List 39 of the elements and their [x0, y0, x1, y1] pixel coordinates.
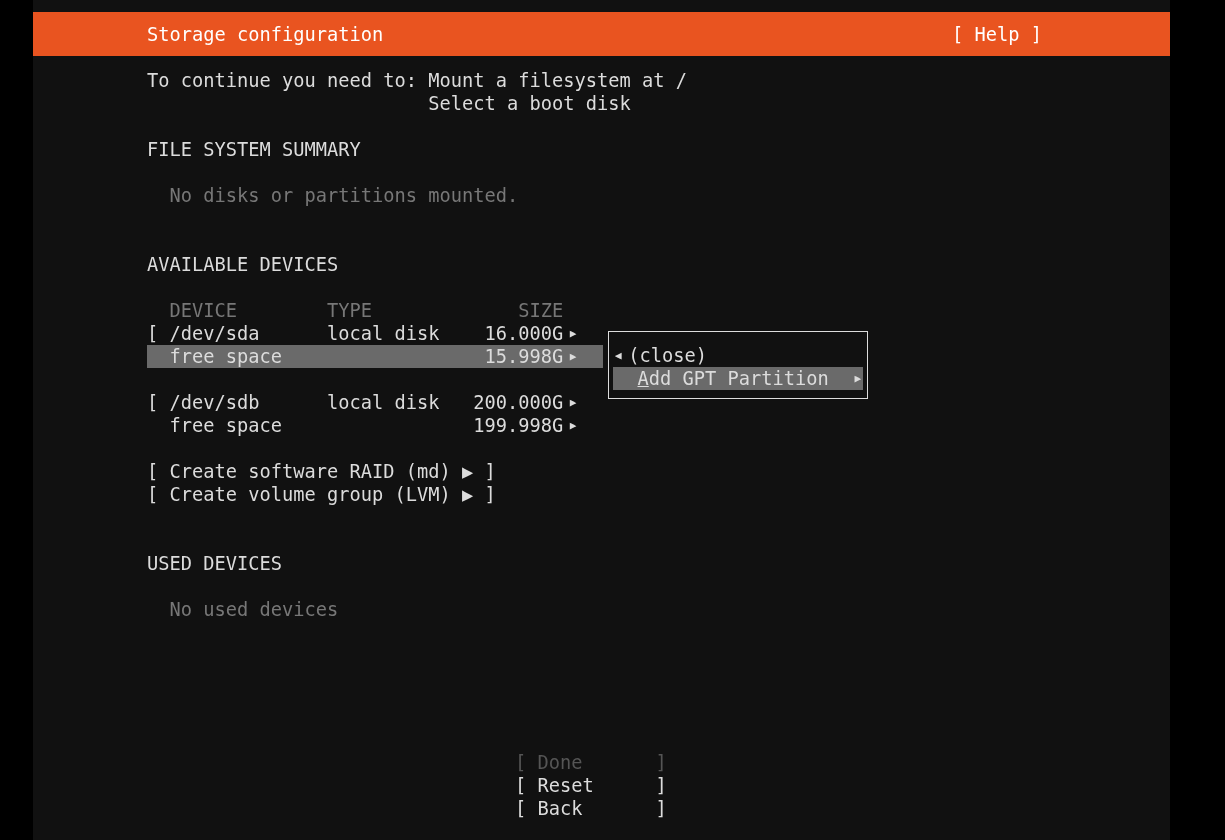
device-size: 16.000G — [483, 322, 564, 345]
requirement-text: Mount a filesystem at / — [428, 69, 688, 92]
empty-message: No disks or partitions mounted. — [169, 184, 519, 207]
device-row[interactable]: [ /dev/sdb local disk 200.000G ▶ — [147, 391, 603, 414]
empty-message: No used devices — [169, 598, 339, 621]
screen-title: Storage configuration — [147, 22, 384, 46]
requirement-text: Select a boot disk — [428, 92, 632, 115]
device-type: local disk — [327, 392, 440, 413]
device-name[interactable]: free space — [169, 414, 327, 437]
section-heading: FILE SYSTEM SUMMARY — [147, 138, 361, 161]
device-type: local disk — [327, 323, 440, 344]
device-row[interactable]: [ /dev/sda local disk 16.000G ▶ — [147, 322, 603, 345]
bracket: [ — [147, 323, 159, 344]
help-button[interactable]: [ Help ] — [952, 22, 1042, 46]
menu-button[interactable]: [ Reset ] — [515, 774, 667, 797]
column-header: TYPE — [327, 299, 373, 322]
device-row[interactable]: free space 15.998G ▶ — [147, 345, 603, 368]
device-size: 199.998G — [473, 414, 564, 437]
device-name[interactable]: free space — [169, 345, 327, 368]
menu-button[interactable]: [ Back ] — [515, 797, 667, 820]
section-heading: AVAILABLE DEVICES — [147, 253, 339, 276]
device-name[interactable]: /dev/sdb — [169, 391, 327, 414]
bracket: [ — [147, 392, 159, 413]
device-size: 15.998G — [483, 345, 564, 368]
arrow-icon[interactable]: ▶ — [569, 419, 577, 432]
section-heading: USED DEVICES — [147, 552, 282, 575]
intro-label: To continue you need to: — [147, 69, 419, 93]
arrow-icon[interactable]: ▶ — [569, 327, 577, 340]
arrow-icon[interactable]: ▶ — [569, 396, 577, 409]
arrow-icon[interactable]: ▶ — [569, 350, 577, 363]
action-link[interactable]: [ Create software RAID (md) ▶ ] — [147, 460, 496, 483]
device-name[interactable]: /dev/sda — [169, 322, 327, 345]
column-header: DEVICE — [169, 299, 238, 322]
menu-item[interactable]: ◀ (close) — [613, 344, 863, 367]
device-row[interactable]: free space 199.998G ▶ — [147, 414, 603, 437]
action-link[interactable]: [ Create volume group (LVM) ▶ ] — [147, 483, 496, 506]
menu-item[interactable]: Add GPT Partition ▶ — [613, 367, 863, 390]
column-header: SIZE — [517, 299, 564, 322]
device-size: 200.000G — [473, 391, 564, 414]
